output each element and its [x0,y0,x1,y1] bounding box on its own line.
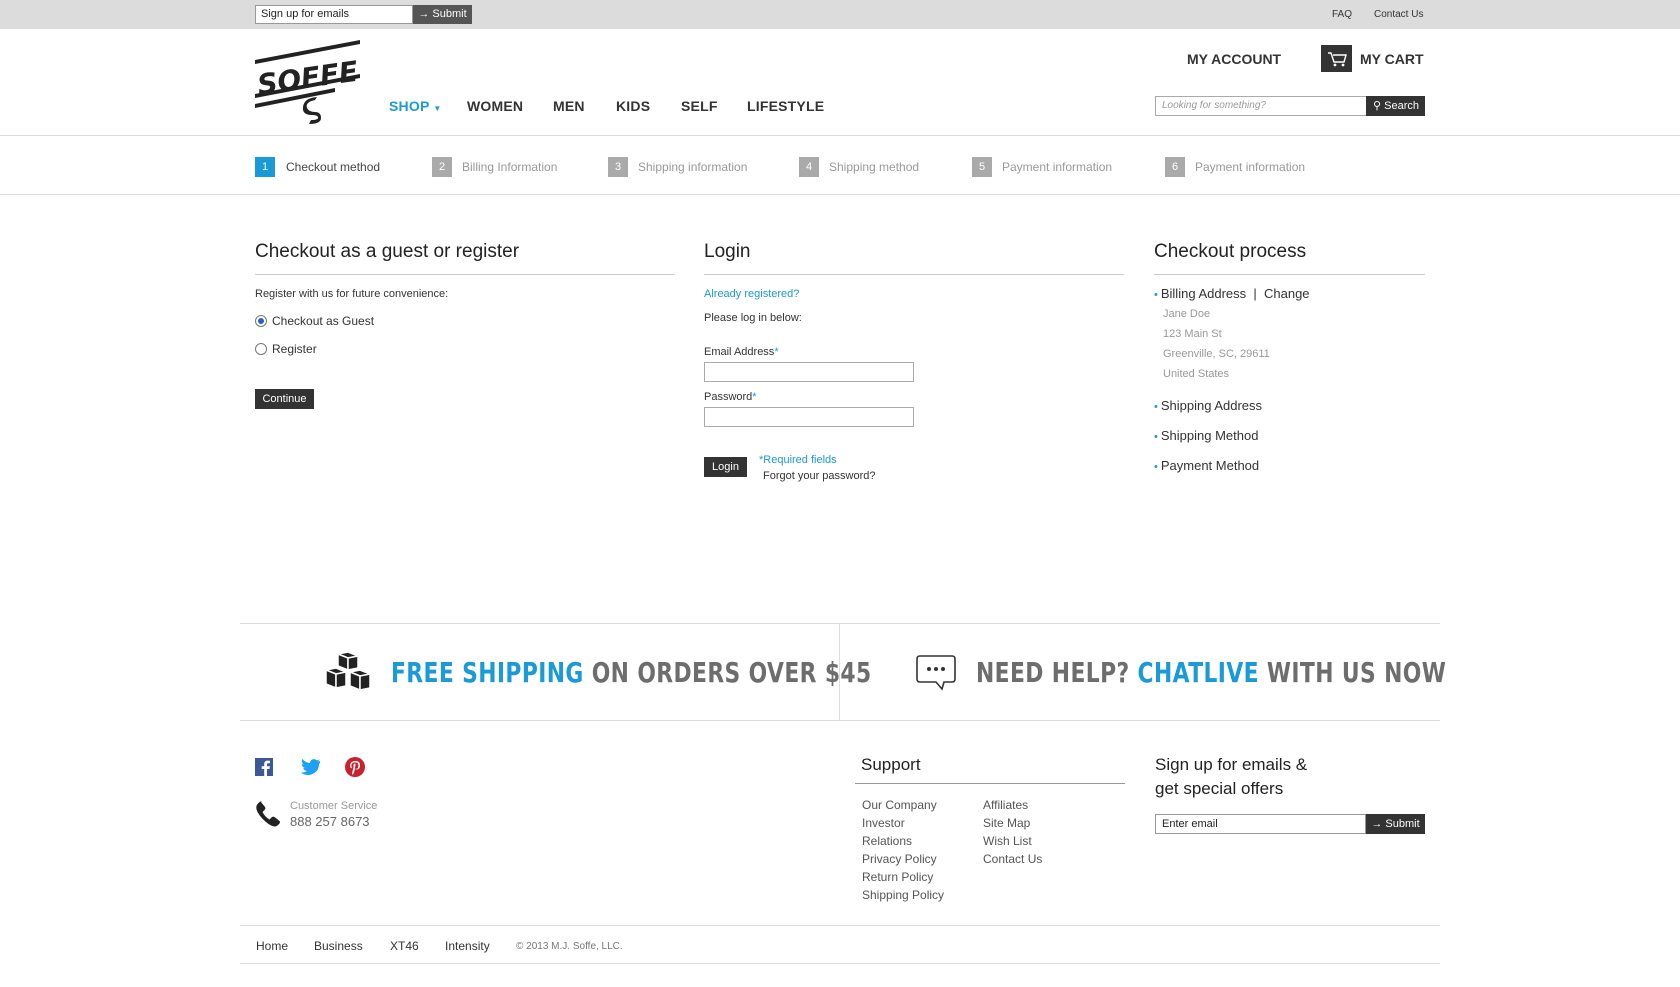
step-number: 3 [608,157,628,177]
footer-link[interactable]: Site Map [983,816,1030,830]
nav-men[interactable]: MEN [553,98,585,114]
cart-icon[interactable] [1321,45,1352,72]
signup-title: Sign up for emails & [1155,755,1308,774]
footer-email-submit-button[interactable]: → Submit [1366,814,1425,834]
footer-link[interactable]: Our Company [862,798,937,812]
continue-button[interactable]: Continue [255,389,314,409]
checkout-as-guest-radio[interactable] [255,315,267,327]
billing-address-item: Billing Address | Change [1154,286,1310,301]
payment-method-item: Payment Method [1154,458,1259,473]
footer-email-input[interactable]: Enter email [1155,814,1366,834]
already-registered-text: Already registered? [704,288,800,300]
nav-women[interactable]: WOMEN [467,98,523,114]
address-line: 123 Main St [1163,328,1222,340]
email-field[interactable] [704,362,914,382]
footer-link[interactable]: Privacy Policy [862,852,937,866]
phone-icon [255,801,281,832]
promo-bottom-divider [240,720,1440,721]
required-fields-note: *Required fields [759,454,837,466]
footer-bottom-divider [240,963,1440,964]
step-label[interactable]: Shipping information [638,160,747,174]
faq-link[interactable]: FAQ [1332,9,1352,20]
boxes-icon [322,651,374,699]
email-signup-submit-button[interactable]: → Submit [413,5,472,24]
footer-link[interactable]: Relations [862,834,912,848]
copyright: © 2013 M.J. Soffe, LLC. [516,941,623,952]
soffe-logo[interactable]: SOFFE [255,38,360,124]
my-account-link[interactable]: MY ACCOUNT [1187,51,1281,67]
step-number: 4 [799,157,819,177]
search-input[interactable]: Looking for something? [1155,96,1367,116]
chevron-down-icon: ▼ [433,104,442,113]
register-label[interactable]: Register [272,342,317,356]
step-number: 1 [255,157,275,177]
email-label: Email Address* [704,346,779,358]
support-divider [855,783,1125,784]
contact-us-link[interactable]: Contact Us [1374,9,1423,20]
nav-shop[interactable]: SHOP ▼ [389,98,441,114]
divider [1154,274,1425,275]
free-shipping-promo[interactable]: FREE SHIPPING ON ORDERS OVER $45 [391,656,872,689]
change-link[interactable]: Change [1264,286,1310,301]
divider [255,274,675,275]
logo-text: SOFFE [255,55,360,102]
step-label[interactable]: Billing Information [462,160,557,174]
footer-divider [240,925,1440,926]
step-label[interactable]: Payment information [1195,160,1305,174]
facebook-icon[interactable] [255,758,273,776]
twitter-icon[interactable] [300,759,321,776]
customer-service-phone[interactable]: 888 257 8673 [290,814,370,829]
footer-business-link[interactable]: Business [314,939,363,953]
search-button[interactable]: ⚲ Search [1366,96,1425,116]
footer-link[interactable]: Affiliates [983,798,1028,812]
checkout-as-guest-label[interactable]: Checkout as Guest [272,314,374,328]
please-login-text: Please log in below: [704,312,802,324]
footer-intensity-link[interactable]: Intensity [445,939,490,953]
customer-service-label: Customer Service [290,800,378,812]
pinterest-icon[interactable] [345,757,365,777]
header-divider [0,135,1680,136]
password-label: Password* [704,391,757,403]
search-icon: ⚲ [1373,100,1382,112]
footer-link[interactable]: Shipping Policy [862,888,944,902]
register-radio[interactable] [255,343,267,355]
checkout-process-title: Checkout process [1154,241,1307,262]
guest-title: Checkout as a guest or register [255,241,520,262]
footer-home-link[interactable]: Home [256,939,288,953]
password-field[interactable] [704,407,914,427]
guest-intro: Register with us for future convenience: [255,288,449,300]
shipping-address-item: Shipping Address [1154,398,1262,413]
address-line: Greenville, SC, 29611 [1163,348,1270,360]
chat-live-promo[interactable]: NEED HELP? CHATLIVE WITH US NOW [976,656,1446,689]
shipping-method-item: Shipping Method [1154,428,1259,443]
signup-subtitle: get special offers [1155,779,1284,798]
forgot-password-link[interactable]: Forgot your password? [763,470,876,482]
step-label[interactable]: Shipping method [829,160,919,174]
login-button[interactable]: Login [704,457,747,477]
top-bar: Sign up for emails → Submit FAQ Contact … [0,0,1680,29]
chat-bubble-icon [915,654,957,697]
divider [704,274,1124,275]
step-number: 5 [972,157,992,177]
email-signup-input[interactable]: Sign up for emails [255,5,413,24]
my-cart-link[interactable]: MY CART [1360,51,1424,67]
login-title: Login [704,241,751,262]
support-title: Support [861,755,921,774]
step-number: 2 [432,157,452,177]
promo-top-divider [240,623,1440,624]
address-line: United States [1163,368,1230,380]
nav-kids[interactable]: KIDS [616,98,650,114]
nav-self[interactable]: SELF [681,98,718,114]
step-label[interactable]: Checkout method [286,160,380,174]
step-label[interactable]: Payment information [1002,160,1112,174]
steps-divider [0,194,1680,195]
footer-xt46-link[interactable]: XT46 [390,939,419,953]
step-number: 6 [1165,157,1185,177]
address-line: Jane Doe [1163,308,1211,320]
footer-link[interactable]: Investor [862,816,905,830]
nav-lifestyle[interactable]: LIFESTYLE [747,98,824,114]
footer-link[interactable]: Return Policy [862,870,933,884]
footer-link[interactable]: Contact Us [983,852,1042,866]
footer-link[interactable]: Wish List [983,834,1032,848]
